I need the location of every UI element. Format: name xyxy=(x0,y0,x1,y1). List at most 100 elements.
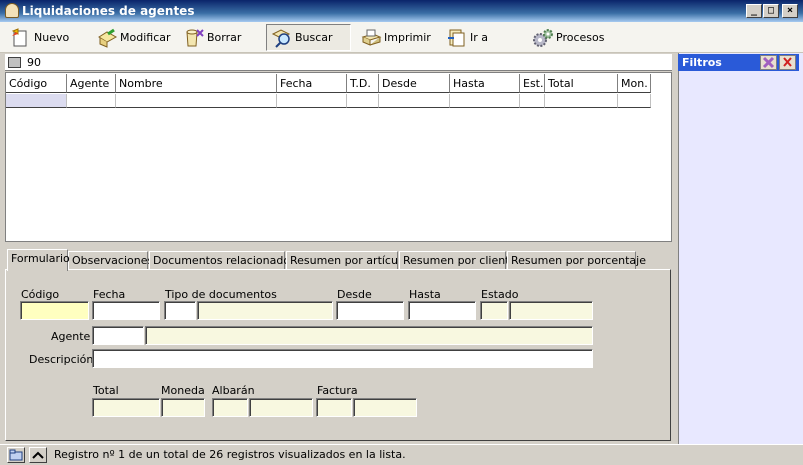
close-window-button[interactable]: × xyxy=(782,4,798,18)
fecha-field[interactable] xyxy=(92,301,160,320)
title-bar: Liquidaciones de agentes _ □ × xyxy=(0,0,803,22)
tipo-documentos-code-field[interactable] xyxy=(164,301,196,320)
codigo-label: Código xyxy=(21,288,60,301)
grid-cell[interactable] xyxy=(347,94,379,108)
desde-label: Desde xyxy=(337,288,372,301)
hasta-field[interactable] xyxy=(408,301,476,320)
grid-view-icon[interactable] xyxy=(8,57,21,68)
procesos-button[interactable]: Procesos xyxy=(528,24,608,51)
nuevo-button[interactable]: Nuevo xyxy=(6,24,73,51)
ir-a-button[interactable]: Ir a xyxy=(442,24,492,51)
clear-filter-icon xyxy=(762,56,775,69)
new-document-icon xyxy=(10,27,32,48)
column-header-agente[interactable]: Agente xyxy=(67,74,116,93)
moneda-field xyxy=(161,398,205,417)
albaran-label: Albarán xyxy=(212,384,255,397)
tab-resumen-articulo[interactable]: Resumen por artículo xyxy=(286,251,408,270)
agente-code-field[interactable] xyxy=(92,326,144,345)
tab-observaciones[interactable]: Observaciones xyxy=(68,251,153,270)
factura-code-field xyxy=(316,398,352,417)
search-input[interactable] xyxy=(27,54,327,70)
factura-label: Factura xyxy=(317,384,358,397)
imprimir-button[interactable]: Imprimir xyxy=(356,24,435,51)
edit-icon xyxy=(96,28,118,48)
search-row xyxy=(5,54,672,71)
tab-documentos-relacionados[interactable]: Documentos relacionados xyxy=(149,251,296,270)
column-header-codigo[interactable]: Código xyxy=(6,74,67,93)
column-header-fecha[interactable]: Fecha xyxy=(277,74,347,93)
estado-label: Estado xyxy=(481,288,519,301)
filtros-close-button[interactable] xyxy=(779,55,796,70)
factura-desc-field xyxy=(353,398,417,417)
goto-icon xyxy=(446,28,468,48)
toolbar: Nuevo Modificar Borrar Buscar Imprimir I… xyxy=(0,22,803,53)
grid-cell[interactable] xyxy=(67,94,116,108)
tab-resumen-cliente[interactable]: Resumen por cliente xyxy=(399,251,516,270)
modificar-label: Modificar xyxy=(120,31,171,44)
albaran-code-field xyxy=(212,398,248,417)
filtros-clear-button[interactable] xyxy=(760,55,777,70)
status-bar: Registro nº 1 de un total de 26 registro… xyxy=(0,444,803,465)
tab-resumen-porcentaje[interactable]: Resumen por porcentaje xyxy=(507,251,646,270)
column-header-td[interactable]: T.D. xyxy=(347,74,379,93)
filtros-header: Filtros xyxy=(678,54,799,71)
modificar-button[interactable]: Modificar xyxy=(92,24,175,51)
total-field xyxy=(92,398,160,417)
status-up-button[interactable] xyxy=(29,447,47,463)
records-grid[interactable]: Código Agente Nombre Fecha T.D. Desde Ha… xyxy=(5,72,672,242)
moneda-label: Moneda xyxy=(161,384,205,397)
filtros-panel xyxy=(678,53,803,445)
procesos-label: Procesos xyxy=(556,31,605,44)
grid-cell[interactable] xyxy=(450,94,520,108)
agente-name-field xyxy=(145,326,593,345)
search-icon xyxy=(271,28,293,48)
grid-cell[interactable] xyxy=(116,94,277,108)
borrar-button[interactable]: Borrar xyxy=(179,24,245,51)
tipo-documentos-label: Tipo de documentos xyxy=(165,288,277,301)
tipo-documentos-desc-field xyxy=(197,301,333,320)
agente-label: Agente xyxy=(51,330,91,343)
nuevo-label: Nuevo xyxy=(34,31,70,44)
codigo-field[interactable] xyxy=(20,301,89,320)
minimize-button[interactable]: _ xyxy=(746,4,762,18)
column-header-desde[interactable]: Desde xyxy=(379,74,450,93)
albaran-desc-field xyxy=(249,398,313,417)
gears-icon xyxy=(532,28,554,48)
desde-field[interactable] xyxy=(336,301,404,320)
ir-a-label: Ir a xyxy=(470,31,489,44)
grid-cell[interactable] xyxy=(618,94,651,108)
status-text: Registro nº 1 de un total de 26 registro… xyxy=(54,448,406,461)
imprimir-label: Imprimir xyxy=(384,31,431,44)
estado-code-field xyxy=(480,301,508,320)
app-icon xyxy=(5,3,19,18)
grid-cell[interactable] xyxy=(379,94,450,108)
descripcion-label: Descripción xyxy=(29,353,94,366)
column-header-total[interactable]: Total xyxy=(545,74,618,93)
buscar-button[interactable]: Buscar xyxy=(266,24,351,51)
column-header-est[interactable]: Est. xyxy=(520,74,545,93)
grid-cell[interactable] xyxy=(6,94,67,108)
buscar-label: Buscar xyxy=(295,31,333,44)
delete-icon xyxy=(183,28,205,48)
close-icon xyxy=(783,57,792,67)
printer-icon xyxy=(360,28,382,48)
fecha-label: Fecha xyxy=(93,288,126,301)
filtros-title: Filtros xyxy=(682,56,722,69)
descripcion-field[interactable] xyxy=(92,349,593,368)
grid-cell[interactable] xyxy=(277,94,347,108)
folder-icon xyxy=(9,449,23,461)
borrar-label: Borrar xyxy=(207,31,242,44)
window-title: Liquidaciones de agentes xyxy=(22,4,195,18)
tab-formulario[interactable]: Formulario xyxy=(7,249,70,271)
status-folder-button[interactable] xyxy=(7,447,25,463)
column-header-mon[interactable]: Mon. xyxy=(618,74,651,93)
grid-cell[interactable] xyxy=(545,94,618,108)
hasta-label: Hasta xyxy=(409,288,441,301)
maximize-button[interactable]: □ xyxy=(763,4,779,18)
estado-desc-field xyxy=(509,301,593,320)
column-header-nombre[interactable]: Nombre xyxy=(116,74,277,93)
column-header-hasta[interactable]: Hasta xyxy=(450,74,520,93)
chevron-up-icon xyxy=(32,451,44,459)
grid-cell[interactable] xyxy=(520,94,545,108)
total-label: Total xyxy=(93,384,119,397)
